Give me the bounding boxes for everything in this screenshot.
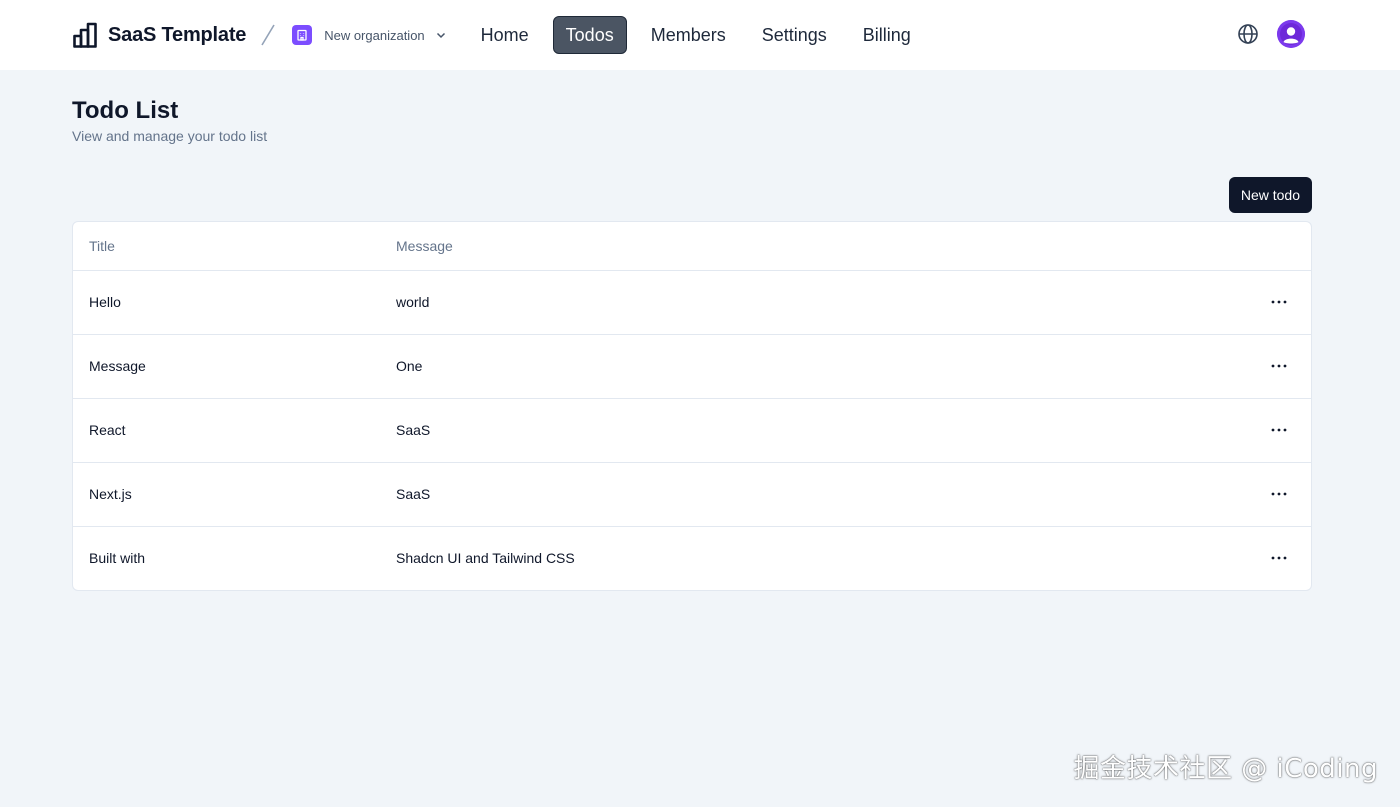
brand[interactable]: SaaS Template [72, 21, 246, 49]
slash-icon [258, 21, 278, 49]
table-row: React SaaS [73, 398, 1311, 463]
new-todo-button[interactable]: New todo [1228, 177, 1312, 213]
chevron-down-icon [435, 29, 447, 41]
table-header-row: Title Message [73, 222, 1311, 271]
row-message: One [380, 334, 1247, 399]
row-title: Hello [73, 270, 380, 335]
column-header-actions [1247, 222, 1311, 271]
table-row: Hello world [73, 270, 1311, 335]
org-switcher[interactable]: New organization [292, 25, 446, 45]
column-header-title: Title [73, 222, 380, 271]
row-message: Shadcn UI and Tailwind CSS [396, 550, 575, 567]
todo-table-card: Title Message Hello world Message One Re… [72, 221, 1312, 591]
more-horizontal-icon[interactable] [1263, 414, 1295, 446]
page-subtitle: View and manage your todo list [72, 128, 268, 144]
row-title: Message [73, 334, 380, 399]
row-message: SaaS [380, 398, 1247, 463]
top-navbar: SaaS Template New organization Home Todo… [0, 0, 1400, 70]
main-content: Todo List View and manage your todo list… [0, 70, 1400, 591]
page-title: Todo List [72, 97, 179, 124]
nav-todos[interactable]: Todos [552, 16, 627, 54]
nav-right [1237, 20, 1305, 48]
more-horizontal-icon[interactable] [1263, 542, 1295, 574]
row-message: world [380, 270, 1247, 335]
column-header-message: Message [380, 222, 1247, 271]
table-row: Next.js SaaS [73, 462, 1311, 527]
page-header: Todo List View and manage your todo list [72, 70, 1312, 144]
actions-bar: New todo [72, 177, 1312, 213]
nav-settings[interactable]: Settings [750, 17, 839, 53]
todo-table: Title Message Hello world Message One Re… [73, 222, 1311, 590]
table-row: Built with Shadcn UI and Tailwind CSS [73, 526, 1311, 590]
building-icon [292, 25, 313, 45]
row-title: Next.js [73, 462, 380, 527]
nav-members[interactable]: Members [639, 17, 738, 53]
table-row: Message One [73, 334, 1311, 399]
row-title: React [73, 398, 380, 463]
nav-billing[interactable]: Billing [851, 17, 923, 53]
bar-chart-icon [72, 21, 100, 49]
more-horizontal-icon[interactable] [1263, 478, 1295, 510]
row-title: Built with [89, 550, 146, 567]
brand-name: SaaS Template [108, 23, 247, 46]
more-horizontal-icon[interactable] [1263, 286, 1295, 318]
watermark: 掘金技术社区 @ iCoding [1073, 754, 1378, 784]
more-horizontal-icon[interactable] [1263, 350, 1295, 382]
globe-icon[interactable] [1237, 23, 1259, 45]
org-name: New organization [324, 27, 425, 43]
nav-home[interactable]: Home [469, 17, 541, 53]
user-avatar-icon[interactable] [1277, 20, 1305, 48]
row-message: SaaS [380, 462, 1247, 527]
main-nav: Home Todos Members Settings Billing [469, 16, 923, 54]
